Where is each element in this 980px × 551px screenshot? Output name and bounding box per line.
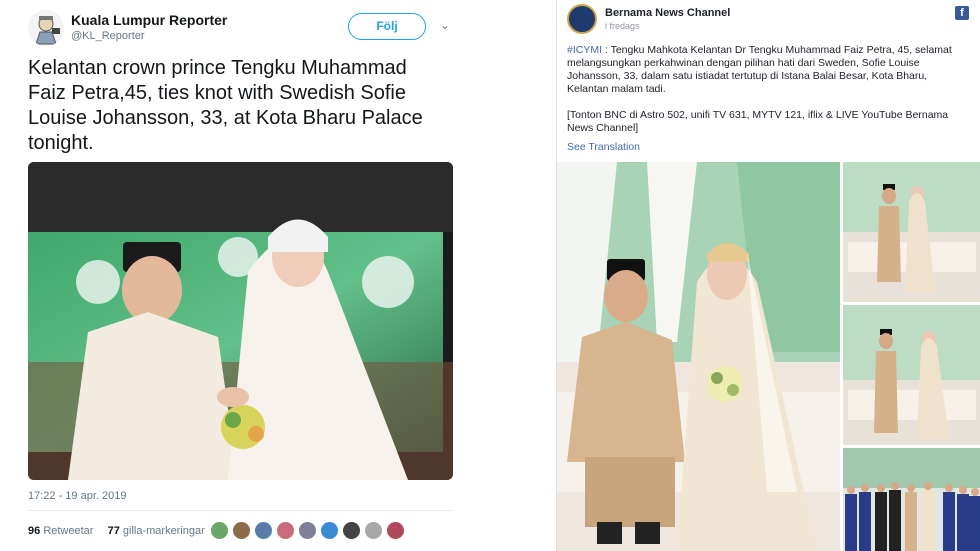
post-photo-thumb-2[interactable]	[843, 305, 980, 445]
like-label[interactable]: gilla-markeringar	[123, 525, 205, 537]
liker-avatar[interactable]	[386, 521, 405, 540]
liker-avatar[interactable]	[364, 521, 383, 540]
liker-avatar[interactable]	[342, 521, 361, 540]
post-photo-main[interactable]	[557, 162, 840, 551]
tweet-card: Kuala Lumpur Reporter @KL_Reporter Följ …	[0, 0, 470, 551]
post-photo-thumb-1[interactable]	[843, 162, 980, 302]
liker-avatar[interactable]	[320, 521, 339, 540]
retweet-count[interactable]: 96	[28, 525, 40, 537]
couple-standing-photo-image-2	[843, 305, 980, 445]
wedding-photo-image	[28, 162, 453, 480]
couple-standing-photo-image	[843, 162, 980, 302]
cartoon-reporter-icon	[28, 10, 64, 46]
author-name[interactable]: Kuala Lumpur Reporter	[71, 12, 227, 28]
hashtag-link[interactable]: #ICYMI	[567, 44, 602, 56]
like-count[interactable]: 77	[108, 525, 120, 537]
liker-avatar[interactable]	[210, 521, 229, 540]
post-body: #ICYMI : Tengku Mahkota Kelantan Dr Teng…	[567, 44, 969, 96]
post-time[interactable]: i fredags	[605, 21, 640, 31]
separator-area	[470, 0, 556, 551]
post-photo-thumb-3[interactable]	[843, 448, 980, 551]
liker-avatar[interactable]	[232, 521, 251, 540]
liker-avatars	[210, 521, 405, 540]
facebook-icon[interactable]: f	[955, 6, 969, 20]
group-photo-image	[843, 448, 980, 551]
tweet-text: Kelantan crown prince Tengku Muhammad Fa…	[28, 57, 423, 154]
liker-avatar[interactable]	[254, 521, 273, 540]
page-avatar[interactable]	[567, 4, 597, 34]
tweet-stats: 96 Retweetar 77 gilla-markeringar	[28, 525, 205, 537]
see-translation-link[interactable]: See Translation	[567, 141, 640, 153]
author-handle[interactable]: @KL_Reporter	[71, 30, 145, 42]
tweet-photo[interactable]	[28, 162, 453, 480]
wedding-couple-photo-image	[557, 162, 840, 551]
post-body-secondary: [Tonton BNC di Astro 502, unifi TV 631, …	[567, 109, 949, 134]
tweet-timestamp[interactable]: 17:22 - 19 apr. 2019	[28, 490, 126, 502]
divider	[28, 510, 453, 511]
facebook-post: Bernama News Channel i fredags f #ICYMI …	[556, 0, 980, 551]
follow-button[interactable]: Följ	[348, 13, 426, 40]
post-body-text: : Tengku Mahkota Kelantan Dr Tengku Muha…	[567, 44, 952, 95]
retweet-label[interactable]: Retweetar	[43, 525, 93, 537]
liker-avatar[interactable]	[276, 521, 295, 540]
chevron-down-icon[interactable]: ⌄	[440, 18, 450, 32]
liker-avatar[interactable]	[298, 521, 317, 540]
page-name[interactable]: Bernama News Channel	[605, 7, 730, 19]
author-avatar[interactable]	[28, 10, 64, 46]
